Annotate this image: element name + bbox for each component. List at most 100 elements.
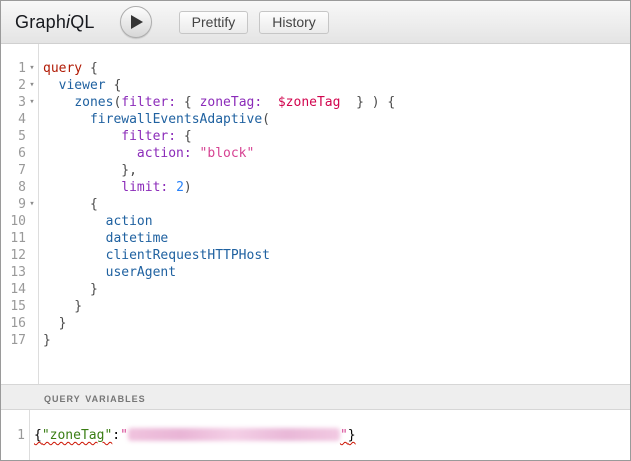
line-number: 14 <box>1 281 26 298</box>
code-token: : <box>112 428 120 443</box>
code-token: ) <box>184 180 192 195</box>
line-number: 15 <box>1 298 26 315</box>
play-icon <box>128 15 143 29</box>
code-token: zoneTag: <box>200 95 263 110</box>
fold-spacer <box>26 162 38 179</box>
code-token: query <box>43 61 82 76</box>
fold-arrow-icon[interactable]: ▾ <box>26 196 38 213</box>
fold-arrow-icon[interactable]: ▾ <box>26 77 38 94</box>
fold-spacer <box>26 264 38 281</box>
code-token: zones <box>74 95 113 110</box>
code-token: action <box>106 214 153 229</box>
code-line: } <box>43 281 630 298</box>
fold-spacer <box>26 111 38 128</box>
code-line: }, <box>43 162 630 179</box>
fold-arrow-icon[interactable]: ▾ <box>26 94 38 111</box>
query-editor[interactable]: 1▾2▾3▾456789▾1011121314151617 query { vi… <box>1 44 630 384</box>
code-line: action: "block" <box>43 145 630 162</box>
line-number: 5 <box>1 128 26 145</box>
line-number: 17 <box>1 332 26 349</box>
code-token: { <box>43 197 98 212</box>
variables-code[interactable]: {"zoneTag":""} <box>30 410 630 460</box>
prettify-button[interactable]: Prettify <box>179 11 249 34</box>
code-token: } <box>348 428 356 443</box>
code-token: datetime <box>106 231 169 246</box>
code-token: "block" <box>200 146 255 161</box>
app-logo: GraphiQL <box>15 12 95 33</box>
fold-spacer <box>26 281 38 298</box>
code-token: }, <box>43 163 137 178</box>
line-number: 10 <box>1 213 26 230</box>
fold-spacer <box>26 145 38 162</box>
variables-gutter: 1 <box>1 410 30 460</box>
code-token: filter: <box>121 129 176 144</box>
code-token: viewer <box>59 78 106 93</box>
fold-spacer <box>26 230 38 247</box>
fold-spacer <box>26 332 38 349</box>
code-token: firewallEventsAdaptive <box>90 112 262 127</box>
toolbar: GraphiQL Prettify History <box>1 1 630 44</box>
code-token: } <box>43 316 66 331</box>
fold-spacer <box>26 298 38 315</box>
fold-arrow-icon[interactable]: ▾ <box>26 60 38 77</box>
code-token <box>43 146 137 161</box>
code-token <box>43 95 74 110</box>
line-number: 4 <box>1 111 26 128</box>
line-number: 12 <box>1 247 26 264</box>
code-token: } <box>43 299 82 314</box>
code-token: { <box>82 61 98 76</box>
code-token: { <box>176 95 199 110</box>
fold-spacer <box>26 179 38 196</box>
gutter-row: 16 <box>1 315 38 332</box>
history-button[interactable]: History <box>259 11 329 34</box>
code-token: " <box>340 428 348 443</box>
variables-editor[interactable]: 1 {"zoneTag":""} <box>1 410 630 460</box>
gutter-row: 10 <box>1 213 38 230</box>
line-number: 2 <box>1 77 26 94</box>
line-number: 8 <box>1 179 26 196</box>
code-line: } <box>43 315 630 332</box>
code-token <box>168 180 176 195</box>
code-token <box>43 231 106 246</box>
query-variables-title: Query Variables <box>44 390 146 405</box>
code-token: " <box>120 428 128 443</box>
code-line: } <box>43 298 630 315</box>
code-token <box>43 265 106 280</box>
line-number: 1 <box>1 60 26 77</box>
line-number: 1 <box>1 427 25 444</box>
code-token: { <box>34 428 42 443</box>
code-token <box>43 78 59 93</box>
code-token: { <box>176 129 192 144</box>
code-token: $zoneTag <box>278 95 341 110</box>
code-line: firewallEventsAdaptive( <box>43 111 630 128</box>
code-token <box>192 146 200 161</box>
code-line: userAgent <box>43 264 630 281</box>
fold-spacer <box>26 213 38 230</box>
gutter-row: 4 <box>1 111 38 128</box>
line-number: 6 <box>1 145 26 162</box>
line-number: 13 <box>1 264 26 281</box>
execute-query-button[interactable] <box>120 6 152 38</box>
logo-part-ql: QL <box>70 12 94 32</box>
line-number: 9 <box>1 196 26 213</box>
code-token <box>43 129 121 144</box>
fold-spacer <box>26 315 38 332</box>
query-code[interactable]: query { viewer { zones(filter: { zoneTag… <box>39 44 630 384</box>
code-token: "zoneTag" <box>42 428 112 443</box>
code-line: zones(filter: { zoneTag: $zoneTag } ) { <box>43 94 630 111</box>
code-line: filter: { <box>43 128 630 145</box>
code-token: clientRequestHTTPHost <box>106 248 270 263</box>
gutter-row: 14 <box>1 281 38 298</box>
code-token: userAgent <box>106 265 176 280</box>
gutter-row: 11 <box>1 230 38 247</box>
logo-part-graph: Graph <box>15 12 66 32</box>
code-token: } <box>43 333 51 348</box>
query-variables-bar[interactable]: Query Variables <box>1 384 630 410</box>
graphiql-window: GraphiQL Prettify History 1▾2▾3▾456789▾1… <box>0 0 631 461</box>
gutter-row: 7 <box>1 162 38 179</box>
code-token <box>43 112 90 127</box>
code-token: filter: <box>121 95 176 110</box>
code-token: limit: <box>121 180 168 195</box>
code-token: action: <box>137 146 192 161</box>
code-token <box>43 180 121 195</box>
